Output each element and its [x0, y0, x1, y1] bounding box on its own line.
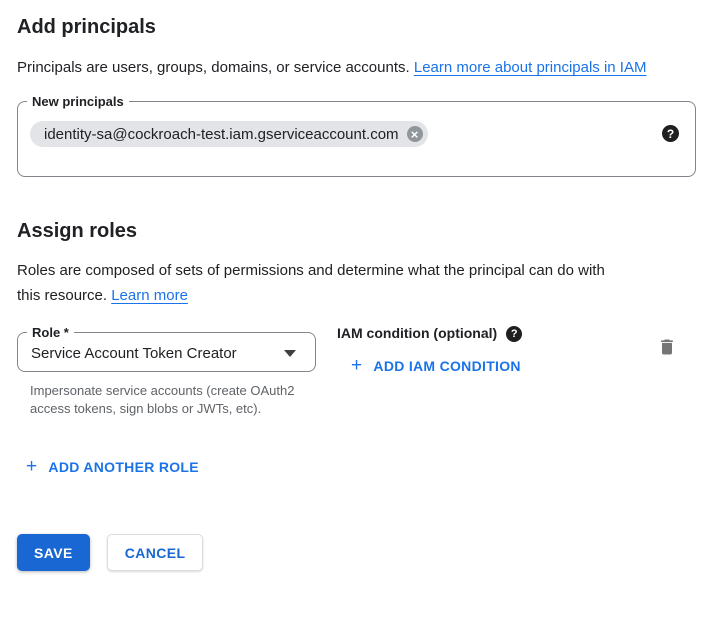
trash-icon: [657, 337, 677, 357]
action-buttons: SAVE CANCEL: [17, 534, 696, 571]
role-column: Role * Service Account Token Creator Imp…: [17, 325, 316, 418]
iam-condition-column: IAM condition (optional) ? + ADD IAM CON…: [337, 325, 522, 376]
add-principals-panel: Add principals Principals are users, gro…: [0, 0, 713, 571]
add-another-role-button[interactable]: + ADD ANOTHER ROLE: [26, 458, 199, 476]
roles-description: Roles are composed of sets of permission…: [17, 258, 627, 308]
principal-chip: identity-sa@cockroach-test.iam.gservicea…: [30, 121, 428, 147]
plus-icon: +: [351, 357, 362, 375]
page-title: Add principals: [17, 15, 696, 39]
role-select[interactable]: Role * Service Account Token Creator: [17, 332, 316, 372]
new-principals-help-icon[interactable]: ?: [662, 125, 679, 142]
principals-description: Principals are users, groups, domains, o…: [17, 55, 677, 80]
arrow-drop-down-icon: [284, 350, 296, 357]
new-principals-label: New principals: [27, 94, 129, 109]
chip-remove-icon[interactable]: ×: [407, 126, 423, 142]
delete-role-button[interactable]: [657, 337, 677, 360]
delete-column: [657, 325, 696, 362]
save-button[interactable]: SAVE: [17, 534, 90, 571]
iam-condition-help-icon[interactable]: ?: [506, 326, 522, 342]
add-iam-condition-button[interactable]: + ADD IAM CONDITION: [351, 357, 521, 375]
role-selected-value: Service Account Token Creator: [31, 345, 237, 362]
role-label: Role *: [27, 325, 74, 340]
learn-more-principals-link[interactable]: Learn more about principals in IAM: [414, 59, 647, 76]
add-another-role-label: ADD ANOTHER ROLE: [48, 459, 199, 475]
iam-condition-label: IAM condition (optional): [337, 325, 497, 342]
role-helper-text: Impersonate service accounts (create OAu…: [30, 382, 314, 418]
principals-description-text: Principals are users, groups, domains, o…: [17, 59, 410, 76]
assign-roles-title: Assign roles: [17, 219, 696, 243]
roles-description-text: Roles are composed of sets of permission…: [17, 262, 605, 304]
add-iam-condition-label: ADD IAM CONDITION: [373, 358, 520, 374]
principal-chip-label: identity-sa@cockroach-test.iam.gservicea…: [44, 126, 399, 143]
role-row: Role * Service Account Token Creator Imp…: [17, 325, 696, 418]
cancel-button[interactable]: CANCEL: [107, 534, 204, 571]
learn-more-roles-link[interactable]: Learn more: [111, 287, 188, 304]
new-principals-field[interactable]: New principals identity-sa@cockroach-tes…: [17, 101, 696, 177]
plus-icon: +: [26, 458, 37, 476]
